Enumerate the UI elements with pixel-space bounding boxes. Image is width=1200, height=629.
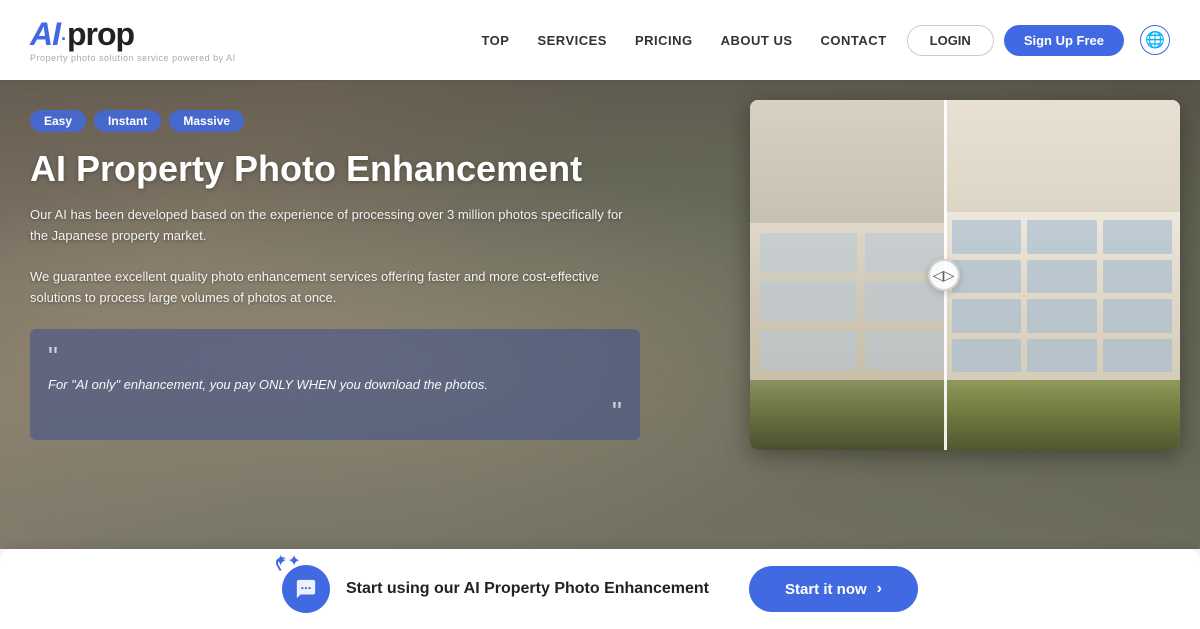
after-ground bbox=[944, 380, 1181, 450]
start-button-arrow: › bbox=[877, 580, 882, 598]
cta-bar: ✦✦ Start using our AI Property Photo Enh… bbox=[0, 549, 1200, 629]
cta-text: Start using our AI Property Photo Enhanc… bbox=[346, 580, 709, 598]
chat-bubble-icon bbox=[282, 565, 330, 613]
after-window bbox=[1027, 260, 1097, 294]
quote-box: " For "AI only" enhancement, you pay ONL… bbox=[30, 329, 640, 441]
nav-pricing[interactable]: PRICING bbox=[635, 33, 693, 48]
nav-about[interactable]: ABOUT US bbox=[721, 33, 793, 48]
chat-icon-wrapper: ✦✦ bbox=[282, 565, 330, 613]
after-window bbox=[1103, 339, 1173, 373]
hero-desc-1: Our AI has been developed based on the e… bbox=[30, 205, 640, 247]
after-window bbox=[1027, 220, 1097, 254]
image-comparison: ◁▷ bbox=[750, 100, 1180, 450]
hero-content: Easy Instant Massive AI Property Photo E… bbox=[30, 110, 640, 440]
badge-instant: Instant bbox=[94, 110, 161, 132]
login-button[interactable]: LOGIN bbox=[907, 25, 994, 56]
after-window bbox=[1027, 339, 1097, 373]
window bbox=[760, 330, 857, 371]
nav-links: TOP SERVICES PRICING ABOUT US CONTACT bbox=[481, 33, 886, 48]
window bbox=[760, 233, 857, 274]
nav-top[interactable]: TOP bbox=[481, 33, 509, 48]
hero-title: AI Property Photo Enhancement bbox=[30, 148, 640, 189]
quote-text: For "AI only" enhancement, you pay ONLY … bbox=[48, 375, 622, 395]
after-sky bbox=[944, 100, 1181, 212]
after-window bbox=[952, 220, 1022, 254]
after-facade bbox=[944, 212, 1181, 380]
logo: AI·prop bbox=[30, 18, 236, 50]
after-window bbox=[1027, 299, 1097, 333]
building-after bbox=[944, 100, 1181, 450]
hero-section: Easy Instant Massive AI Property Photo E… bbox=[0, 80, 1200, 549]
signup-button[interactable]: Sign Up Free bbox=[1004, 25, 1124, 56]
after-window bbox=[952, 260, 1022, 294]
after-window bbox=[952, 339, 1022, 373]
logo-ai: AI bbox=[30, 16, 60, 52]
logo-prop: prop bbox=[67, 16, 134, 52]
nav-contact[interactable]: CONTACT bbox=[821, 33, 887, 48]
globe-icon[interactable]: 🌐 bbox=[1140, 25, 1170, 55]
quote-close: " bbox=[48, 398, 622, 426]
after-image bbox=[944, 100, 1181, 450]
nav-services[interactable]: SERVICES bbox=[537, 33, 607, 48]
badge-massive: Massive bbox=[169, 110, 244, 132]
after-windows-grid bbox=[944, 212, 1181, 380]
after-window bbox=[1103, 260, 1173, 294]
logo-area: AI·prop Property photo solution service … bbox=[30, 18, 236, 63]
comparison-handle[interactable]: ◁▷ bbox=[928, 259, 960, 291]
quote-open: " bbox=[48, 343, 622, 371]
cta-left: ✦✦ Start using our AI Property Photo Enh… bbox=[282, 565, 709, 613]
after-window bbox=[952, 299, 1022, 333]
after-window bbox=[1103, 299, 1173, 333]
hero-desc-2: We guarantee excellent quality photo enh… bbox=[30, 267, 640, 309]
badge-easy: Easy bbox=[30, 110, 86, 132]
start-button-label: Start it now bbox=[785, 581, 867, 598]
window bbox=[760, 281, 857, 322]
logo-dot: · bbox=[61, 29, 66, 49]
chat-svg bbox=[295, 578, 317, 600]
nav-actions: LOGIN Sign Up Free 🌐 bbox=[907, 25, 1170, 56]
navbar: AI·prop Property photo solution service … bbox=[0, 0, 1200, 80]
after-window bbox=[1103, 220, 1173, 254]
badge-row: Easy Instant Massive bbox=[30, 110, 640, 132]
start-button[interactable]: Start it now › bbox=[749, 566, 918, 612]
logo-subtitle: Property photo solution service powered … bbox=[30, 53, 236, 63]
